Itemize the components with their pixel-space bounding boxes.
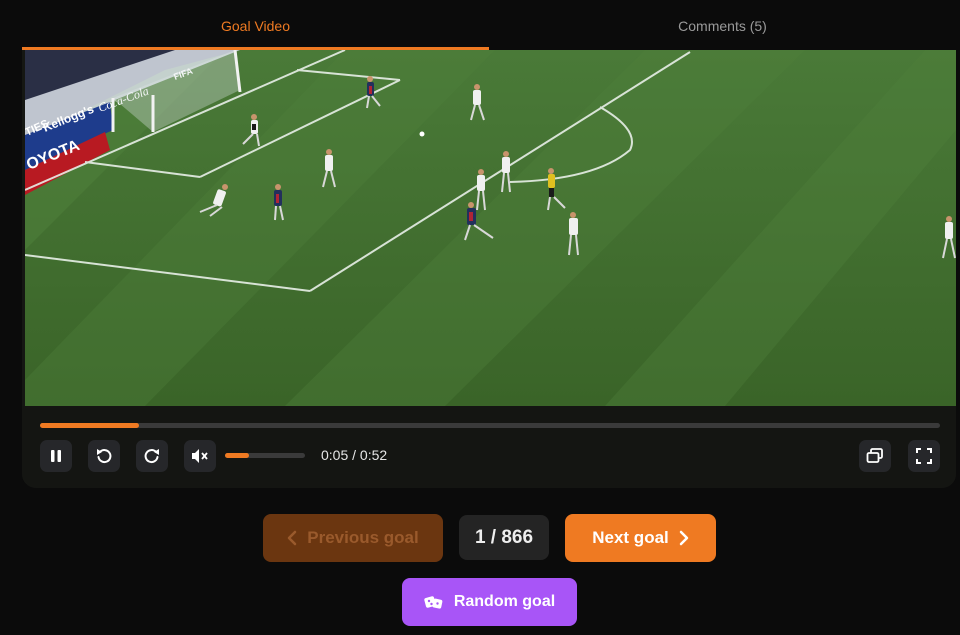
mute-button[interactable] [184, 440, 216, 472]
tab-bar: Goal Video Comments (5) [22, 0, 956, 52]
tab-goal-video[interactable]: Goal Video [22, 0, 489, 52]
seek-progress [40, 423, 139, 428]
tab-comments[interactable]: Comments (5) [489, 0, 956, 52]
random-goal-button[interactable]: Random goal [402, 578, 577, 626]
pip-icon [866, 448, 883, 463]
pause-button[interactable] [40, 440, 72, 472]
time-display: 0:05 / 0:52 [321, 447, 388, 463]
video-controls: 0:05 / 0:52 [22, 406, 956, 488]
chevron-left-icon [288, 530, 297, 546]
next-goal-label: Next goal [592, 528, 669, 547]
picture-in-picture-button[interactable] [859, 440, 891, 472]
mute-icon [192, 449, 208, 463]
volume-slider[interactable] [225, 453, 305, 458]
next-goal-button[interactable]: Next goal [565, 514, 716, 562]
forward-button[interactable] [136, 440, 168, 472]
random-goal-label: Random goal [453, 593, 556, 610]
seek-bar[interactable] [40, 423, 940, 428]
fullscreen-icon [916, 448, 932, 464]
rewind-icon [97, 449, 112, 464]
previous-goal-button[interactable]: Previous goal [263, 514, 443, 562]
chevron-right-icon [679, 530, 689, 546]
goal-counter: 1 / 866 [459, 515, 549, 560]
forward-icon [144, 449, 159, 464]
rewind-button[interactable] [88, 440, 120, 472]
pause-icon [51, 450, 61, 462]
volume-level [225, 453, 249, 458]
football-pitch-scene: OYOTA Kellogg's Coca-Cola FIFA TIES [25, 50, 956, 406]
dice-icon [424, 596, 443, 609]
fullscreen-button[interactable] [908, 440, 940, 472]
previous-goal-label: Previous goal [307, 528, 419, 547]
video-player: OYOTA Kellogg's Coca-Cola FIFA TIES 0:05… [22, 50, 956, 488]
video-frame[interactable]: OYOTA Kellogg's Coca-Cola FIFA TIES [25, 50, 956, 406]
